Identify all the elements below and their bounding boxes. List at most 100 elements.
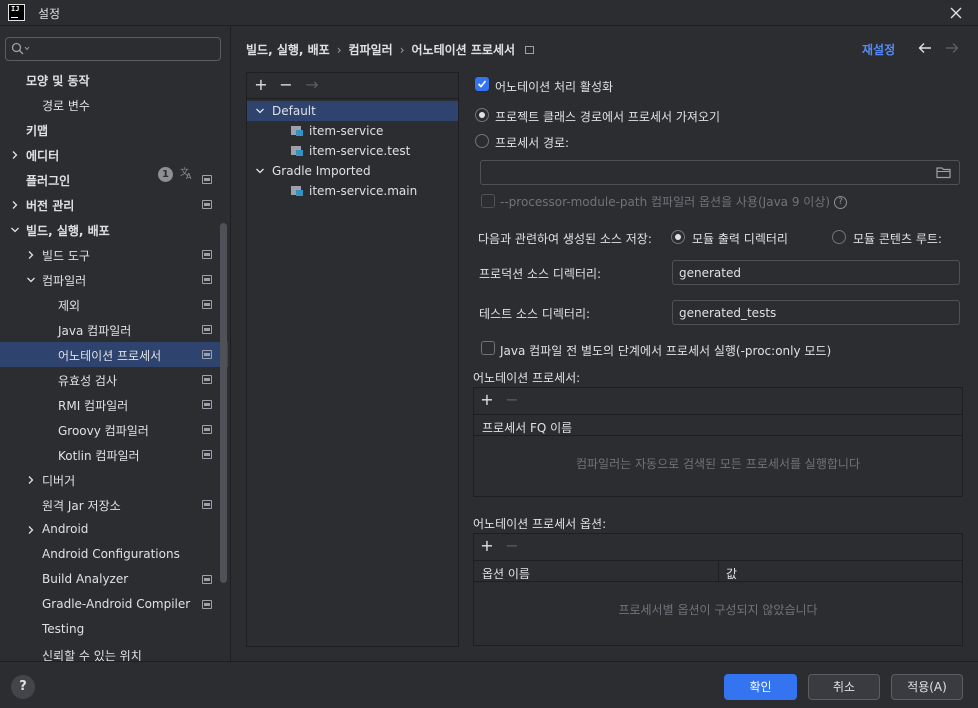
sidebar-item[interactable]: 키맵: [0, 117, 228, 142]
apply-button[interactable]: 적용(A): [891, 674, 963, 700]
profiles-panel: + − → Default item-service item-service.te…: [246, 72, 459, 647]
sidebar-item[interactable]: 빌드, 실행, 배포: [0, 217, 228, 242]
add-profile-button[interactable]: +: [253, 77, 269, 93]
profile-tree-group[interactable]: Gradle Imported: [247, 161, 458, 181]
sidebar-item-label: 빌드 도구: [42, 249, 90, 263]
column-divider[interactable]: [718, 561, 719, 581]
sidebar-item-label: 제외: [58, 299, 81, 313]
sidebar-item-label: Android Configurations: [42, 547, 180, 561]
sidebar-item[interactable]: 버전 관리: [0, 192, 228, 217]
sidebar-item-label: Gradle-Android Compiler: [42, 597, 191, 611]
sidebar-item[interactable]: Testing: [0, 617, 228, 642]
project-scope-icon: [202, 450, 212, 459]
profile-tree-group[interactable]: Default: [247, 101, 458, 121]
store-generated-sources-label: 다음과 관련하여 생성된 소스 저장:: [478, 232, 652, 246]
sidebar-item[interactable]: Java 컴파일러: [0, 317, 228, 342]
enable-annotation-processing-checkbox[interactable]: [475, 77, 489, 91]
chevron-right-icon[interactable]: [26, 475, 36, 485]
sidebar-item[interactable]: 어노테이션 프로세서: [0, 342, 228, 367]
classpath-radio[interactable]: [475, 108, 489, 122]
ok-button[interactable]: 확인: [724, 674, 797, 700]
add-option-button[interactable]: +: [479, 538, 495, 554]
back-arrow-icon[interactable]: [917, 40, 933, 56]
sidebar-item[interactable]: Android Configurations: [0, 542, 228, 567]
chevron-down-icon[interactable]: [10, 225, 20, 235]
production-dir-input[interactable]: generated: [672, 260, 960, 285]
profile-tree-module[interactable]: item-service: [247, 121, 458, 141]
sidebar-item[interactable]: Android: [0, 517, 228, 542]
breadcrumb-item[interactable]: 빌드, 실행, 배포: [246, 43, 330, 57]
production-dir-value: generated: [679, 266, 741, 280]
content-root-radio[interactable]: [832, 230, 846, 244]
sidebar-item[interactable]: 원격 Jar 저장소: [0, 492, 228, 517]
sidebar-item[interactable]: RMI 컴파일러: [0, 392, 228, 417]
chevron-down-icon[interactable]: [26, 275, 36, 285]
logo-text: IJ: [11, 5, 20, 13]
panel-divider[interactable]: [230, 27, 231, 661]
sidebar-item[interactable]: 제외: [0, 292, 228, 317]
sidebar-item[interactable]: Kotlin 컴파일러: [0, 442, 228, 467]
test-dir-value: generated_tests: [679, 306, 777, 320]
add-processor-button[interactable]: +: [479, 392, 495, 408]
sidebar-item[interactable]: Gradle-Android Compiler: [0, 592, 228, 617]
sidebar-item[interactable]: 유효성 검사: [0, 367, 228, 392]
folder-icon[interactable]: [936, 166, 952, 179]
sidebar-item[interactable]: 빌드 도구: [0, 242, 228, 267]
project-scope-icon: [202, 300, 212, 309]
chevron-right-icon[interactable]: [10, 200, 20, 210]
profile-tree-module[interactable]: item-service.main: [247, 181, 458, 201]
sidebar-item-label: 플러그인: [26, 174, 71, 188]
sidebar-item[interactable]: 디버거: [0, 467, 228, 492]
column-header-value[interactable]: 값: [726, 565, 737, 582]
sidebar-item[interactable]: 컴파일러: [0, 267, 228, 292]
sidebar-item[interactable]: 에디터: [0, 142, 228, 167]
chevron-down-icon[interactable]: [255, 166, 265, 176]
remove-option-button[interactable]: −: [504, 538, 520, 554]
breadcrumb-item[interactable]: 컴파일러: [349, 43, 393, 57]
settings-search-input[interactable]: [5, 37, 221, 61]
test-dir-input[interactable]: generated_tests: [672, 300, 960, 325]
sidebar-item[interactable]: Groovy 컴파일러: [0, 417, 228, 442]
processor-path-input[interactable]: [480, 160, 960, 185]
sidebar-item-label: 에디터: [26, 149, 60, 163]
sidebar-item-label: 어노테이션 프로세서: [58, 349, 162, 363]
remove-processor-button[interactable]: −: [504, 392, 520, 408]
content-root-radio-label: 모듈 콘텐츠 루트:: [853, 232, 942, 246]
help-button[interactable]: ?: [11, 675, 35, 699]
breadcrumb-current: 어노테이션 프로세서: [411, 43, 516, 57]
sidebar-item[interactable]: 경로 변수: [0, 92, 228, 117]
sidebar-scrollbar[interactable]: [220, 223, 227, 583]
move-module-button[interactable]: →: [304, 77, 320, 93]
translate-icon: 文A: [180, 166, 194, 180]
help-icon[interactable]: ?: [834, 196, 848, 209]
processor-path-radio[interactable]: [475, 134, 489, 148]
chevron-right-icon[interactable]: [26, 525, 36, 535]
sidebar-item[interactable]: 모양 및 동작: [0, 67, 228, 92]
forward-arrow-icon[interactable]: [944, 40, 960, 56]
profile-tree-label: item-service: [309, 124, 384, 138]
proc-only-checkbox[interactable]: [481, 341, 495, 355]
processors-table-header: 프로세서 FQ 이름: [474, 414, 962, 436]
reset-link[interactable]: 재설정: [862, 41, 895, 58]
column-header-processor-fq-name[interactable]: 프로세서 FQ 이름: [482, 419, 572, 436]
chevron-right-icon[interactable]: [26, 250, 36, 260]
cancel-button[interactable]: 취소: [808, 674, 880, 700]
module-output-radio[interactable]: [671, 230, 685, 244]
module-output-radio-label: 모듈 출력 디렉터리: [692, 232, 788, 246]
sidebar-item[interactable]: Build Analyzer: [0, 567, 228, 592]
chevron-down-icon[interactable]: [255, 106, 265, 116]
proc-only-label: Java 컴파일 전 별도의 단계에서 프로세서 실행(-proc:only 모…: [500, 344, 832, 358]
remove-profile-button[interactable]: −: [278, 77, 294, 93]
plugin-update-badge: 1: [158, 167, 173, 182]
project-scope-icon: [202, 175, 212, 184]
profile-tree-module[interactable]: item-service.test: [247, 141, 458, 161]
profile-tree-label: item-service.main: [309, 184, 418, 198]
enable-annotation-processing-label: 어노테이션 처리 활성화: [495, 80, 614, 94]
processor-path-radio-label: 프로세서 경로:: [495, 136, 570, 150]
chevron-right-icon[interactable]: [10, 150, 20, 160]
close-icon[interactable]: [946, 3, 966, 23]
column-header-option-name[interactable]: 옵션 이름: [482, 565, 530, 582]
settings-sidebar: 모양 및 동작 경로 변수 키맵에디터플러그인버전 관리 빌드, 실행, 배포빌드 도…: [0, 27, 230, 663]
module-path-checkbox[interactable]: [481, 194, 495, 208]
project-scope-icon: [202, 575, 212, 584]
